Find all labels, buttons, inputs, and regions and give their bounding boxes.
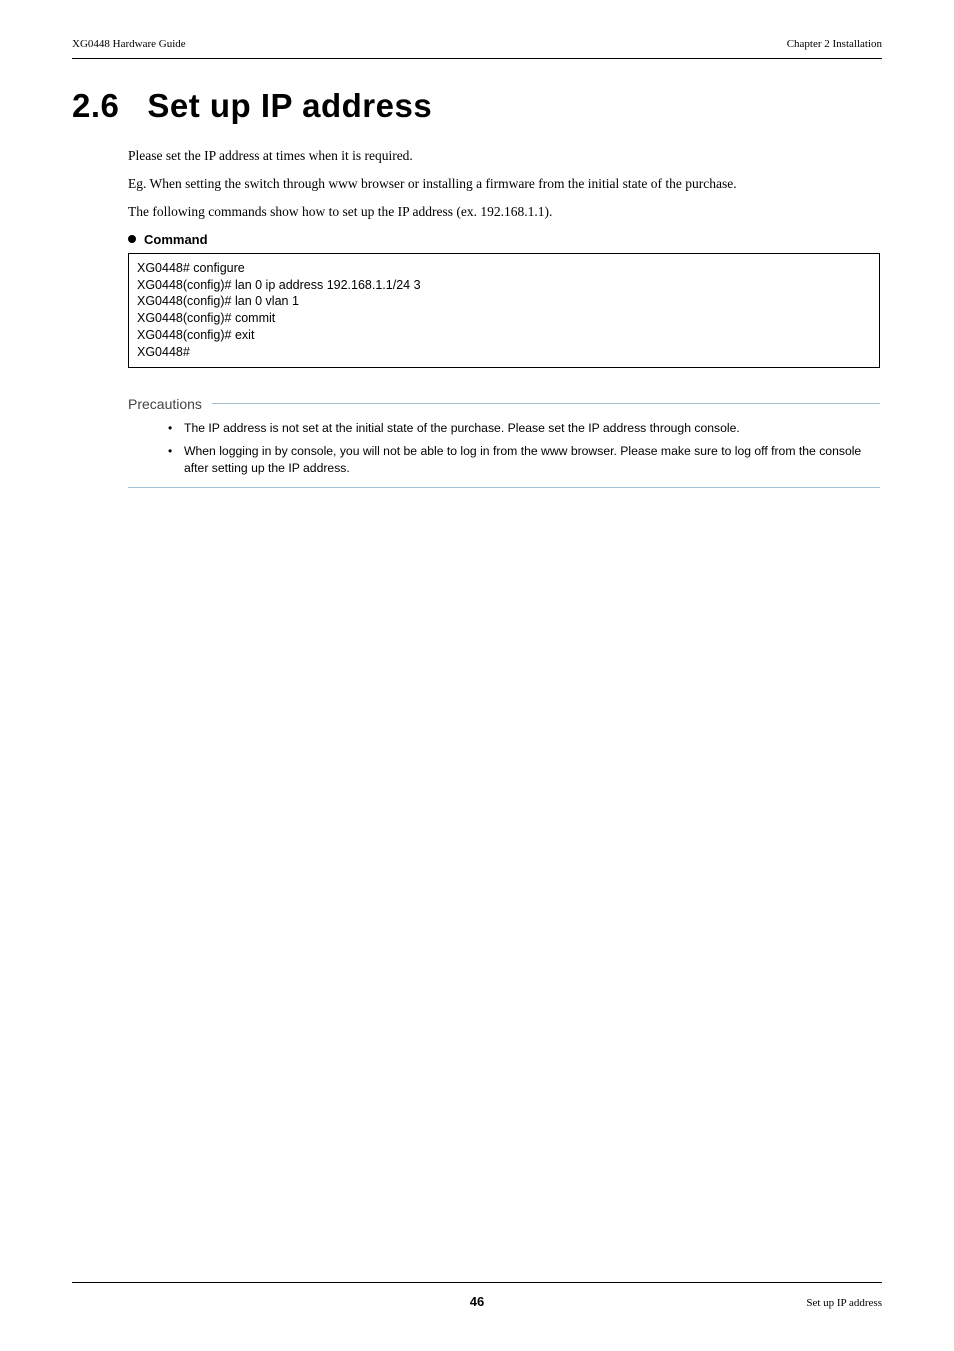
- footer-rule: [72, 1282, 882, 1283]
- paragraph-1: Please set the IP address at times when …: [128, 147, 880, 165]
- precautions-heading: Precautions: [128, 396, 202, 412]
- section-number: 2.6: [72, 87, 119, 125]
- precaution-item: When logging in by console, you will not…: [168, 443, 880, 477]
- paragraph-2: Eg. When setting the switch through www …: [128, 175, 880, 193]
- header-rule: [72, 58, 882, 59]
- page-footer: 46 Set up IP address: [72, 1282, 882, 1309]
- command-code-box: XG0448# configure XG0448(config)# lan 0 …: [128, 253, 880, 368]
- page-header: XG0448 Hardware Guide Chapter 2 Installa…: [72, 38, 882, 56]
- precautions-list: The IP address is not set at the initial…: [168, 420, 880, 477]
- precautions-heading-row: Precautions: [128, 396, 880, 412]
- header-right: Chapter 2 Installation: [787, 38, 882, 50]
- command-heading: Command: [128, 232, 880, 247]
- footer-row: 46 Set up IP address: [72, 1297, 882, 1309]
- section-title: 2.6 Set up IP address: [72, 87, 882, 125]
- header-left: XG0448 Hardware Guide: [72, 38, 186, 50]
- command-heading-text: Command: [144, 232, 208, 247]
- footer-page-number: 46: [470, 1294, 484, 1309]
- body-content: Please set the IP address at times when …: [128, 147, 880, 488]
- precautions-section: Precautions The IP address is not set at…: [128, 396, 880, 488]
- precaution-item: The IP address is not set at the initial…: [168, 420, 880, 437]
- section-heading-text: Set up IP address: [147, 87, 432, 125]
- paragraph-3: The following commands show how to set u…: [128, 203, 880, 221]
- bullet-icon: [128, 235, 136, 243]
- precautions-rule-top: [212, 403, 880, 404]
- footer-section-name: Set up IP address: [806, 1297, 882, 1309]
- precautions-rule-bottom: [128, 487, 880, 488]
- page: XG0448 Hardware Guide Chapter 2 Installa…: [0, 0, 954, 1351]
